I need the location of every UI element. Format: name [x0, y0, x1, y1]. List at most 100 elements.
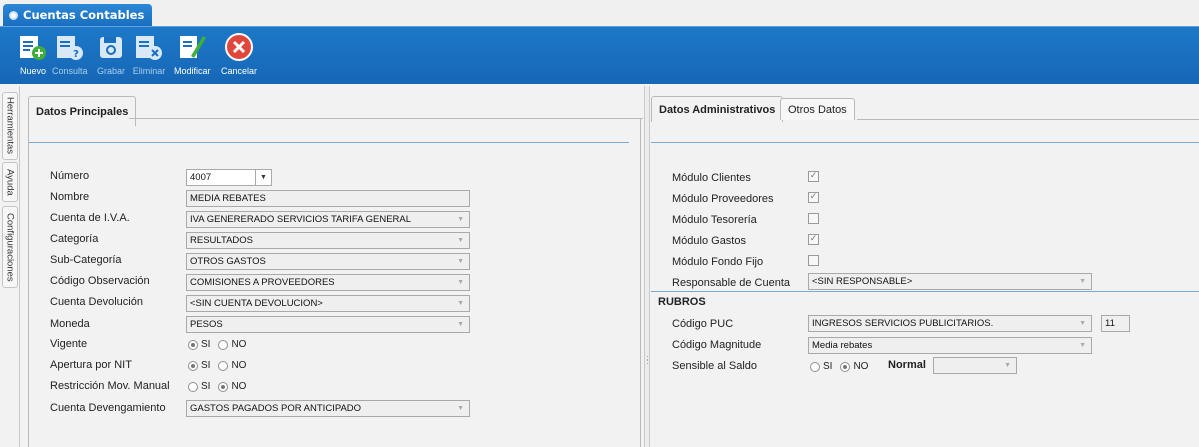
radio-icon[interactable] [218, 339, 229, 350]
modificar-label: Modificar [174, 66, 211, 76]
radio-icon[interactable] [188, 381, 198, 392]
codigo-magnitude-select[interactable]: Media rebates ▼ [808, 337, 1092, 354]
codigo-magnitude-value: Media rebates [812, 340, 873, 351]
modulo-fondo-fijo-label: Módulo Fondo Fijo [672, 256, 764, 268]
sensible-no-option[interactable]: NO [840, 361, 868, 372]
tab-label: Datos Principales [36, 105, 129, 118]
eliminar-button[interactable]: Eliminar [132, 30, 166, 82]
modulo-tesoreria-checkbox[interactable] [808, 213, 819, 224]
chevron-down-icon: ▼ [457, 405, 464, 412]
consulta-button[interactable]: ? Consulta [52, 30, 88, 82]
radio-si-label: SI [823, 361, 833, 372]
chevron-down-icon: ▼ [457, 279, 464, 286]
devengamiento-value: GASTOS PAGADOS POR ANTICIPADO [190, 403, 362, 414]
chevron-down-icon: ▼ [457, 237, 464, 244]
modificar-button[interactable]: Modificar [174, 30, 211, 82]
tab-otros-datos[interactable]: Otros Datos [780, 98, 855, 120]
normal-select[interactable]: ▼ [933, 357, 1017, 374]
devolucion-value: <SIN CUENTA DEVOLUCION> [190, 298, 323, 309]
tab-label: Datos Administrativos [659, 103, 776, 116]
nuevo-label: Nuevo [19, 66, 46, 76]
apertura-si-option[interactable]: SI [188, 360, 210, 371]
grip-icon: :: [646, 353, 649, 366]
rubros-heading: RUBROS [658, 296, 706, 308]
iva-label: Cuenta de I.V.A. [50, 212, 130, 224]
modulo-proveedores-checkbox[interactable]: ✓ [808, 192, 819, 203]
side-tab-herramientas[interactable]: Herramientas [2, 92, 18, 160]
codigo-puc-code-field[interactable]: 11 [1101, 315, 1130, 332]
side-tab-ayuda[interactable]: Ayuda [2, 162, 18, 202]
sensible-si-option[interactable]: SI [810, 361, 832, 372]
chevron-down-icon: ▼ [1004, 362, 1011, 369]
nombre-value: MEDIA REBATES [190, 193, 266, 204]
devengamiento-select[interactable]: GASTOS PAGADOS POR ANTICIPADO ▼ [186, 400, 470, 417]
grabar-button[interactable]: Grabar [94, 30, 128, 82]
side-tab-label: Herramientas [4, 97, 16, 155]
radio-icon[interactable] [218, 360, 229, 371]
restriccion-radio-group: SI NO [188, 381, 254, 392]
vigente-no-option[interactable]: NO [218, 339, 246, 350]
radio-selected-icon[interactable] [188, 339, 198, 350]
radio-selected-icon[interactable] [218, 381, 229, 392]
side-tab-configuraciones[interactable]: Configuraciones [2, 206, 18, 288]
categoria-select[interactable]: RESULTADOS ▼ [186, 232, 470, 249]
modulo-gastos-label: Módulo Gastos [672, 235, 746, 247]
modulo-fondo-fijo-checkbox[interactable] [808, 255, 819, 266]
devolucion-label: Cuenta Devolución [50, 296, 143, 308]
radio-no-label: NO [231, 381, 247, 392]
restriccion-label: Restricción Mov. Manual [50, 380, 170, 392]
observacion-select[interactable]: COMISIONES A PROVEEDORES ▼ [186, 274, 470, 291]
modulo-gastos-checkbox[interactable]: ✓ [808, 234, 819, 245]
radio-no-label: NO [231, 360, 247, 371]
moneda-select[interactable]: PESOS ▼ [186, 316, 470, 333]
codigo-puc-label: Código PUC [672, 318, 734, 330]
restriccion-si-option[interactable]: SI [188, 381, 210, 392]
modulo-tesoreria-label: Módulo Tesorería [672, 214, 757, 226]
apertura-no-option[interactable]: NO [218, 360, 246, 371]
nombre-field[interactable]: MEDIA REBATES [186, 190, 470, 207]
chevron-down-icon: ▼ [1079, 278, 1086, 285]
vigente-si-option[interactable]: SI [188, 339, 210, 350]
devolucion-select[interactable]: <SIN CUENTA DEVOLUCION> ▼ [186, 295, 470, 312]
tab-datos-administrativos[interactable]: Datos Administrativos [651, 96, 784, 122]
nombre-label: Nombre [50, 191, 90, 203]
delete-document-icon [132, 30, 166, 64]
restriccion-no-option[interactable]: NO [218, 381, 246, 392]
chevron-down-icon: ▼ [1079, 320, 1086, 327]
numero-select[interactable]: 4007 ▼ [186, 169, 272, 186]
subcategoria-value: OTROS GASTOS [190, 256, 266, 267]
subcategoria-select[interactable]: OTROS GASTOS ▼ [186, 253, 470, 270]
radio-icon[interactable] [810, 361, 820, 372]
chevron-down-icon: ▼ [1079, 342, 1086, 349]
section-divider [651, 142, 1199, 143]
nuevo-button[interactable]: Nuevo [16, 30, 50, 82]
radio-selected-icon[interactable] [188, 360, 198, 371]
tab-divider [857, 119, 1199, 120]
chevron-down-icon: ▼ [457, 258, 464, 265]
chevron-down-icon: ▼ [457, 216, 464, 223]
sensible-label: Sensible al Saldo [672, 360, 758, 372]
edit-document-icon [175, 30, 209, 64]
radio-no-label: NO [231, 339, 247, 350]
apertura-radio-group: SI NO [188, 360, 254, 371]
chevron-down-icon[interactable]: ▼ [255, 170, 271, 185]
cancelar-button[interactable]: Cancelar [221, 30, 257, 82]
radio-selected-icon[interactable] [840, 361, 851, 372]
numero-label: Número [50, 170, 90, 182]
chevron-down-icon: ▼ [457, 321, 464, 328]
radio-si-label: SI [201, 339, 211, 350]
radio-si-label: SI [201, 381, 211, 392]
side-tabs: Herramientas Ayuda Configuraciones [0, 86, 20, 447]
codigo-puc-select[interactable]: INGRESOS SERVICIOS PUBLICITARIOS. ▼ [808, 315, 1092, 332]
numero-value: 4007 [190, 172, 212, 183]
frame-right [640, 118, 641, 447]
tab-datos-principales[interactable]: Datos Principales [28, 96, 137, 126]
iva-select[interactable]: IVA GENERERADO SERVICIOS TARIFA GENERAL … [186, 211, 470, 228]
responsable-select[interactable]: <SIN RESPONSABLE> ▼ [808, 273, 1092, 290]
window-tab[interactable]: Cuentas Contables [3, 4, 153, 26]
apertura-label: Apertura por NIT [50, 359, 132, 371]
iva-value: IVA GENERERADO SERVICIOS TARIFA GENERAL [190, 214, 412, 225]
modulo-clientes-checkbox[interactable]: ✓ [808, 171, 819, 182]
panel-splitter[interactable]: :: [644, 86, 650, 447]
save-disk-icon [94, 30, 128, 64]
